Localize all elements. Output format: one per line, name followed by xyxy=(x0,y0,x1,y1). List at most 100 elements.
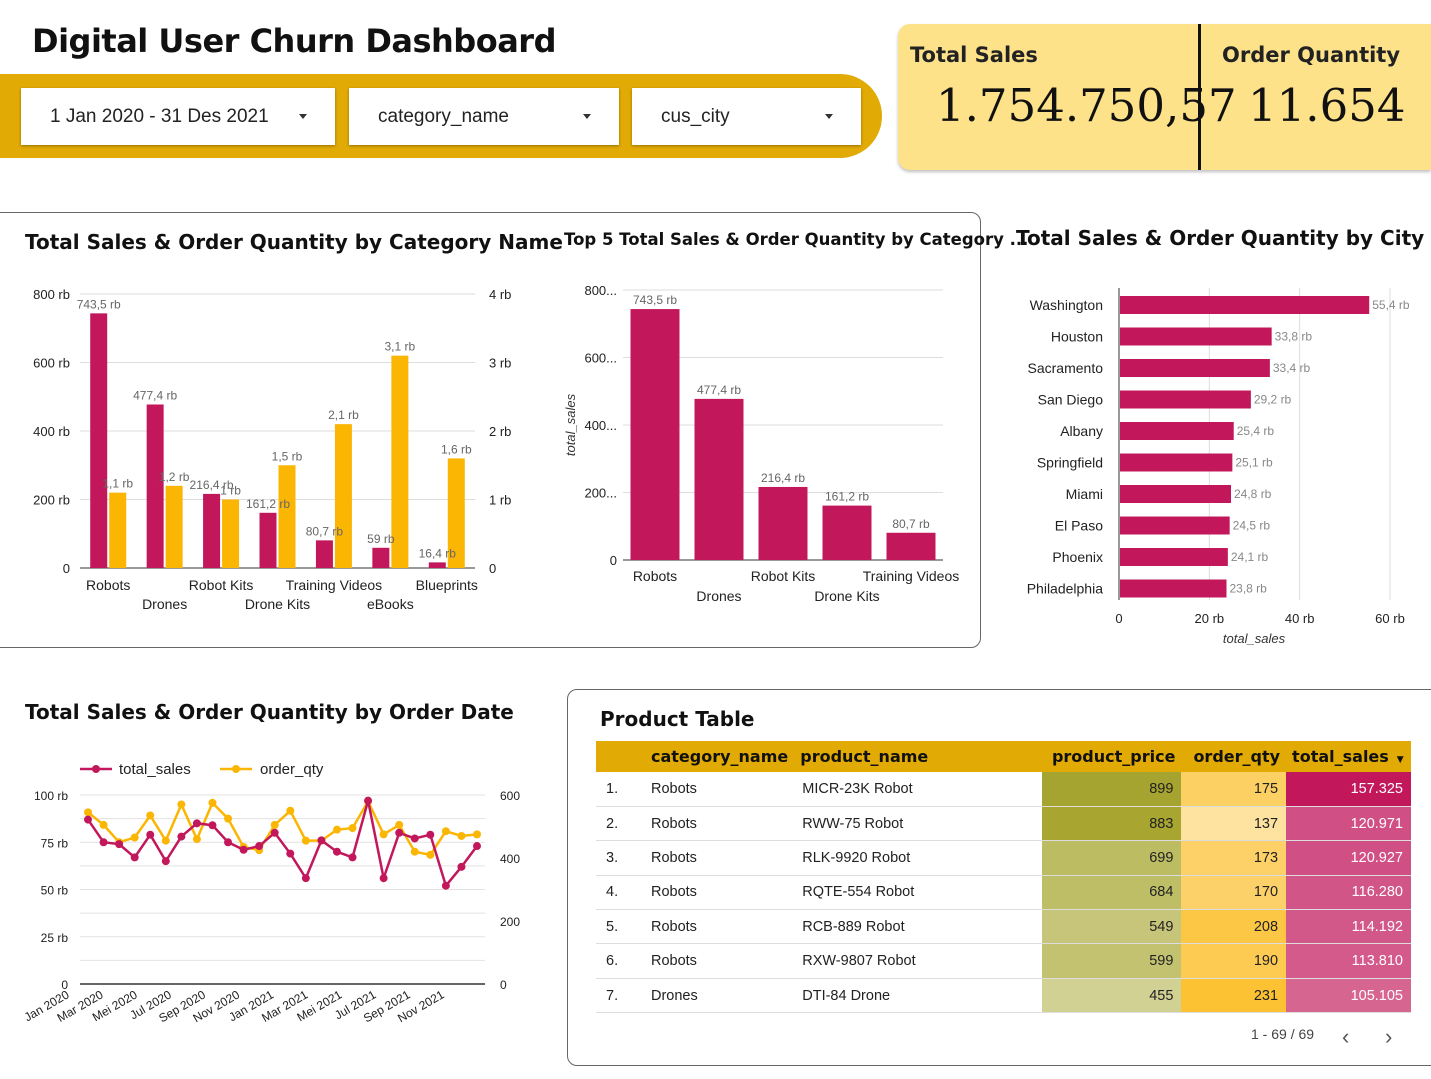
bar-total-sales xyxy=(1120,548,1228,566)
y-category-label: Springfield xyxy=(1037,455,1103,471)
cell-product: RWW-75 Robot xyxy=(794,806,1042,842)
x-tick-label: Robot Kits xyxy=(189,577,254,593)
cell-price: 684 xyxy=(1041,875,1182,911)
chart-title-category: Total Sales & Order Quantity by Category… xyxy=(25,230,563,254)
order-date-line-chart: 025 rb50 rb75 rb100 rb0200400600total_sa… xyxy=(22,761,521,1025)
point-total-sales xyxy=(364,796,373,805)
city-filter-label: cus_city xyxy=(661,105,730,127)
x-tick-label: Robots xyxy=(86,577,130,593)
cell-sales: 120.927 xyxy=(1286,840,1411,876)
y-category-label: Albany xyxy=(1060,423,1103,439)
y-left-tick-label: 75 rb xyxy=(41,836,69,850)
data-label-total-sales: 161,2 rb xyxy=(825,490,869,504)
bar-total-sales xyxy=(822,505,872,560)
row-index: 3. xyxy=(596,840,643,876)
table-row[interactable]: 5. Robots RCB-889 Robot 549 208 114.192 xyxy=(596,909,1411,945)
product-table: category_name product_name product_price… xyxy=(596,741,1411,1014)
point-total-sales xyxy=(255,842,264,851)
product-table-title: Product Table xyxy=(600,707,755,731)
cell-product: RQTE-554 Robot xyxy=(794,875,1042,911)
point-total-sales xyxy=(317,836,326,845)
table-row[interactable]: 2. Robots RWW-75 Robot 883 137 120.971 xyxy=(596,806,1411,842)
point-order-qty xyxy=(270,820,279,829)
cell-category: Robots xyxy=(642,875,795,911)
data-label-order-qty: 2,1 rb xyxy=(328,408,359,422)
row-index: 4. xyxy=(596,875,643,911)
column-header-category[interactable]: category_name xyxy=(642,741,795,772)
x-tick-label: Training Videos xyxy=(286,577,383,593)
bar-total-sales xyxy=(146,404,164,568)
y-category-label: El Paso xyxy=(1055,518,1103,534)
cell-sales: 113.810 xyxy=(1286,943,1411,979)
bar-total-sales xyxy=(886,532,936,560)
point-total-sales xyxy=(130,853,139,862)
point-order-qty xyxy=(161,836,170,845)
cell-price: 549 xyxy=(1041,909,1182,945)
data-label-total-sales: 477,4 rb xyxy=(697,383,741,397)
point-order-qty xyxy=(84,808,92,817)
y-right-tick-label: 3 rb xyxy=(489,356,511,371)
category-filter-label: category_name xyxy=(378,105,509,127)
y-left-tick-label: 25 rb xyxy=(41,931,69,945)
column-header-product[interactable]: product_name xyxy=(794,741,1042,772)
table-row[interactable]: 7. Drones DTI-84 Drone 455 231 105.105 xyxy=(596,978,1411,1014)
column-header-qty[interactable]: order_qty xyxy=(1181,741,1287,772)
point-total-sales xyxy=(286,849,295,858)
point-total-sales xyxy=(84,815,92,824)
y-tick-label: 400... xyxy=(584,418,617,433)
cell-price: 599 xyxy=(1041,943,1182,979)
point-order-qty xyxy=(441,827,450,836)
legend-marker-total-sales xyxy=(92,765,100,773)
cell-product: MICR-23K Robot xyxy=(794,772,1042,807)
x-tick-label: Blueprints xyxy=(416,577,478,593)
cell-category: Robots xyxy=(642,772,795,807)
y-left-tick-label: 200 rb xyxy=(33,493,70,508)
cell-category: Robots xyxy=(642,840,795,876)
x-tick-label: Drones xyxy=(142,596,187,612)
y-right-tick-label: 0 xyxy=(500,978,507,992)
point-total-sales xyxy=(473,842,481,851)
kpi-divider xyxy=(1198,24,1201,170)
column-header-sales-label: total_sales xyxy=(1292,747,1389,766)
x-tick-label: Robots xyxy=(633,568,677,584)
y-category-label: Philadelphia xyxy=(1027,581,1103,597)
chevron-right-icon[interactable]: › xyxy=(1385,1024,1392,1050)
y-category-label: San Diego xyxy=(1038,392,1104,408)
point-order-qty xyxy=(379,830,388,839)
bar-total-sales xyxy=(259,512,277,568)
table-row[interactable]: 6. Robots RXW-9807 Robot 599 190 113.810 xyxy=(596,943,1411,979)
data-label-total-sales: 55,4 rb xyxy=(1372,298,1410,312)
y-right-tick-label: 4 rb xyxy=(489,287,511,302)
chart-title-city: Total Sales & Order Quantity by City xyxy=(1016,226,1425,250)
cell-product: RCB-889 Robot xyxy=(794,909,1042,945)
point-order-qty xyxy=(395,820,404,829)
chevron-left-icon[interactable]: ‹ xyxy=(1342,1024,1349,1050)
bar-total-sales xyxy=(1120,359,1270,377)
point-total-sales xyxy=(457,862,466,871)
x-tick-label: 60 rb xyxy=(1375,611,1405,626)
y-right-tick-label: 0 xyxy=(489,561,496,576)
y-left-tick-label: 50 rb xyxy=(41,884,69,898)
table-row[interactable]: 1. Robots MICR-23K Robot 899 175 157.325 xyxy=(596,772,1411,807)
table-row[interactable]: 4. Robots RQTE-554 Robot 684 170 116.280 xyxy=(596,875,1411,911)
cell-qty: 170 xyxy=(1181,875,1287,911)
bar-total-sales xyxy=(1120,327,1272,346)
x-axis-label: total_sales xyxy=(1223,631,1286,646)
point-total-sales xyxy=(115,840,124,849)
column-header-sales[interactable]: total_sales ▼ xyxy=(1286,741,1411,772)
cell-product: DTI-84 Drone xyxy=(794,978,1042,1014)
point-order-qty xyxy=(457,831,466,840)
city-filter[interactable]: cus_city xyxy=(632,88,861,145)
table-row[interactable]: 3. Robots RLK-9920 Robot 699 173 120.927 xyxy=(596,840,1411,876)
column-header-price[interactable]: product_price xyxy=(1041,741,1182,772)
y-category-label: Phoenix xyxy=(1052,549,1103,565)
x-tick-label: eBooks xyxy=(367,596,414,612)
point-order-qty xyxy=(99,820,108,829)
x-tick-label: Drone Kits xyxy=(814,588,879,604)
cell-sales: 114.192 xyxy=(1286,909,1411,945)
y-tick-label: 800... xyxy=(584,283,617,298)
order-quantity-label: Order Quantity xyxy=(1222,43,1401,67)
category-filter[interactable]: category_name xyxy=(349,88,619,145)
data-label-total-sales: 24,8 rb xyxy=(1234,487,1272,501)
date-range-filter[interactable]: 1 Jan 2020 - 31 Des 2021 xyxy=(21,88,335,145)
